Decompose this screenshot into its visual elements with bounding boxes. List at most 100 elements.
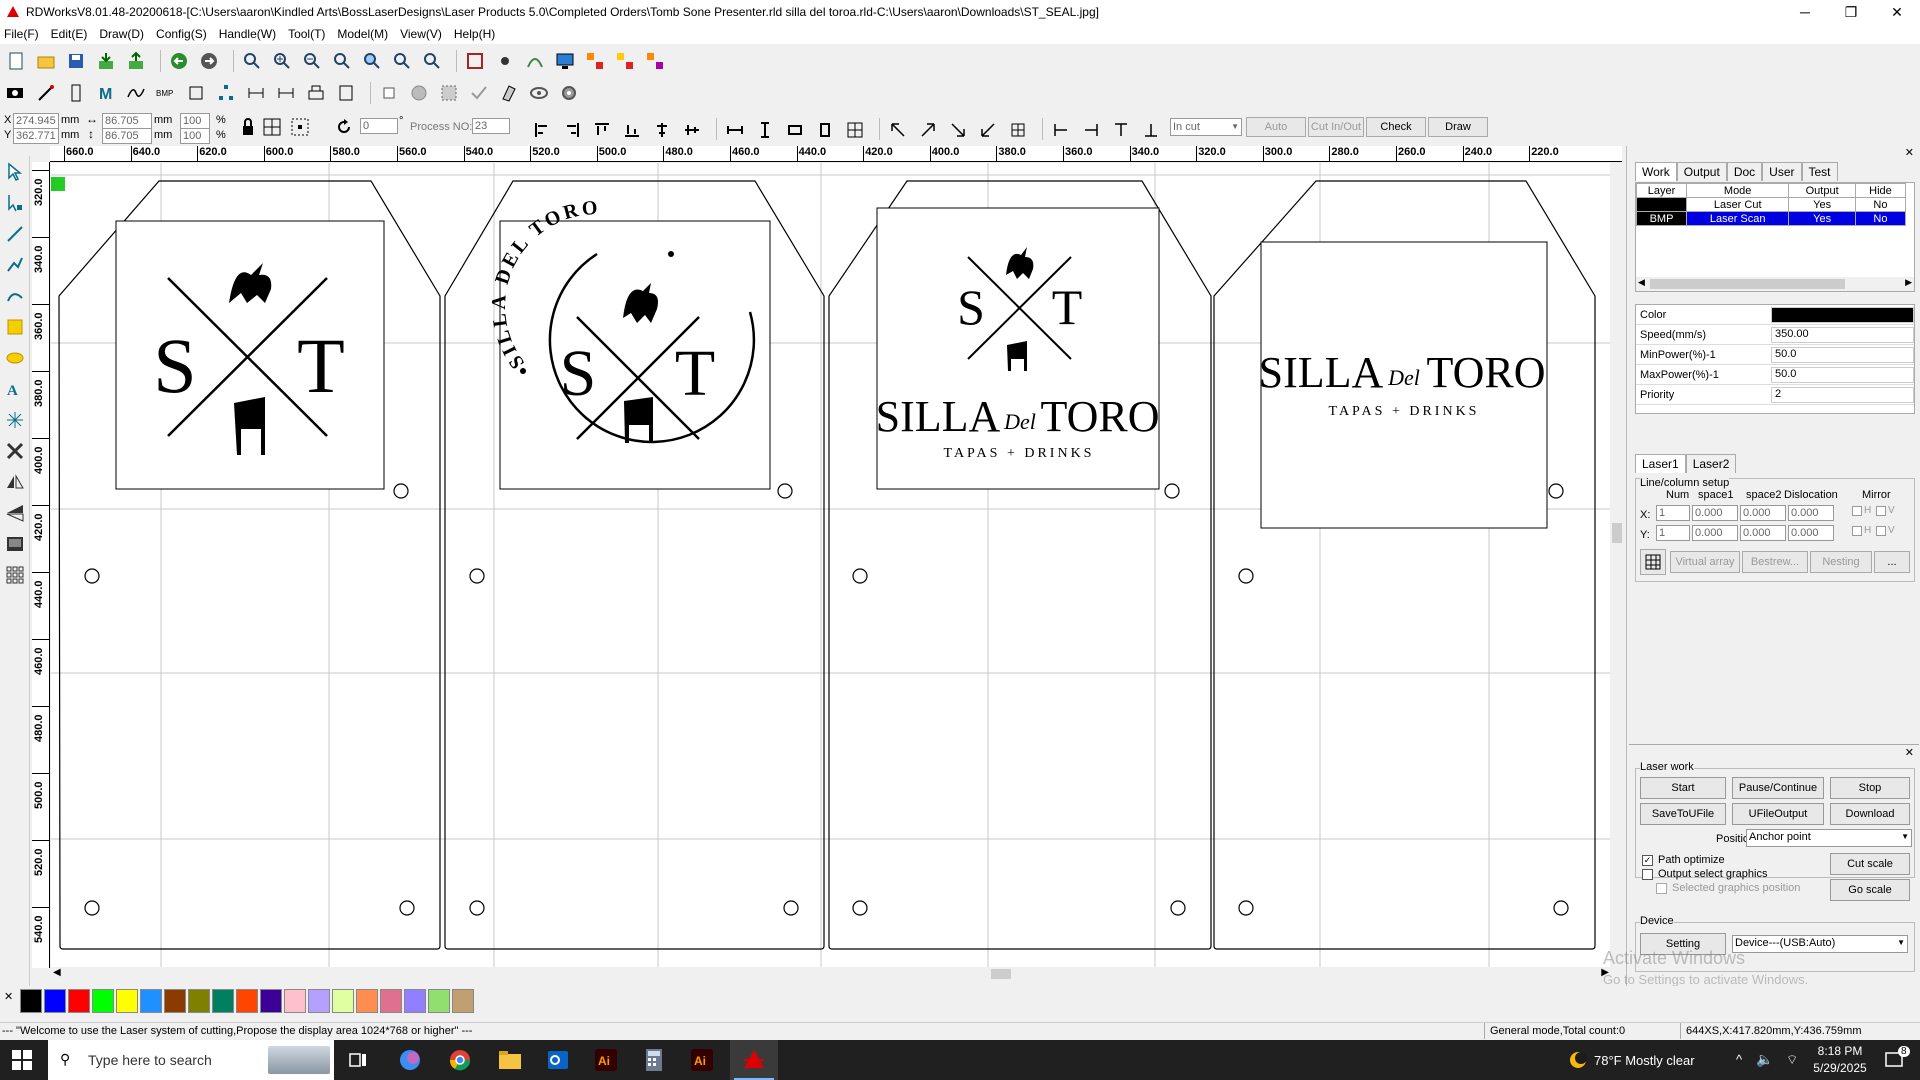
node-edit-tool-icon[interactable] [2, 190, 28, 216]
ufile-output-button[interactable]: UFileOutput [1732, 803, 1824, 825]
prop-priority-value[interactable]: 2 [1771, 386, 1914, 403]
curve-tool-icon[interactable] [2, 283, 28, 309]
zoom-fit-icon[interactable] [390, 49, 414, 73]
cut-inout-button[interactable]: Cut In/Out [1308, 117, 1364, 137]
array-copy-icon[interactable] [613, 49, 637, 73]
center-page-icon[interactable] [843, 118, 867, 142]
illustrator-icon[interactable]: Ai [594, 1048, 618, 1075]
move-top-right-icon[interactable] [916, 118, 940, 142]
monitor-icon[interactable] [553, 49, 577, 73]
color-swatch[interactable] [44, 989, 66, 1013]
move-bottom-right-icon[interactable] [946, 118, 970, 142]
sphere-icon[interactable] [407, 81, 431, 105]
open-folder-icon[interactable] [34, 49, 58, 73]
align-left-icon[interactable] [530, 118, 554, 142]
curve-icon[interactable] [124, 81, 148, 105]
align-top-icon[interactable] [590, 118, 614, 142]
menu-view[interactable]: View(V) [400, 27, 442, 41]
design-monogram[interactable]: S T [115, 220, 385, 490]
same-width-icon[interactable] [723, 118, 747, 142]
array-tool-icon[interactable] [2, 562, 28, 588]
text-m-icon[interactable]: M [94, 81, 118, 105]
color-swatch[interactable] [452, 989, 474, 1013]
layer-row[interactable]: Laser Cut Yes No [1636, 197, 1907, 212]
export-icon[interactable] [124, 49, 148, 73]
vertical-scrollbar[interactable] [1610, 163, 1624, 968]
scale-y-field[interactable]: 100 [180, 128, 210, 144]
color-swatch[interactable] [116, 989, 138, 1013]
more-button[interactable]: ... [1874, 551, 1910, 573]
same-height-icon[interactable] [753, 118, 777, 142]
taskbar-search-box[interactable]: ⚲ Type here to search [48, 1040, 334, 1080]
image-tool-icon[interactable] [2, 531, 28, 557]
selected-position-checkbox[interactable] [1656, 883, 1667, 894]
design-logo-stacked[interactable]: S T SILLA Del TORO TAPAS + DRINKS [876, 207, 1160, 490]
y-dislocation-field[interactable]: 0.000 [1788, 525, 1834, 541]
menu-tool[interactable]: Tool(T) [288, 27, 325, 41]
color-swatch[interactable] [20, 989, 42, 1013]
line-tool-icon[interactable] [2, 221, 28, 247]
move-bottom-left-icon[interactable] [976, 118, 1000, 142]
zoom-page-icon[interactable] [330, 49, 354, 73]
draw-button[interactable]: Draw [1428, 117, 1488, 137]
copilot-icon[interactable] [398, 1048, 422, 1075]
scale-x-field[interactable]: 100 [180, 113, 210, 129]
height-field[interactable]: 86.705 [102, 128, 152, 144]
close-button[interactable]: ✕ [1874, 0, 1920, 24]
zoom-icon[interactable] [240, 49, 264, 73]
auto-button[interactable]: Auto [1246, 117, 1306, 137]
tab-doc[interactable]: Doc [1726, 162, 1763, 181]
prop-speed-value[interactable]: 350.00 [1771, 326, 1914, 343]
horizontal-scroll-thumb[interactable] [991, 969, 1011, 979]
select-tool-icon[interactable] [2, 159, 28, 185]
y-space1-field[interactable]: 0.000 [1692, 525, 1738, 541]
menu-model[interactable]: Model(M) [337, 27, 388, 41]
menu-draw[interactable]: Draw(D) [99, 27, 144, 41]
scroll-left-icon[interactable]: ◀ [53, 967, 61, 978]
move-top-left-icon[interactable] [886, 118, 910, 142]
align-right-icon[interactable] [560, 118, 584, 142]
save-icon[interactable] [64, 49, 88, 73]
tab-user[interactable]: User [1762, 162, 1802, 181]
x-space2-field[interactable]: 0.000 [1740, 505, 1786, 521]
color-swatch[interactable] [284, 989, 306, 1013]
array-icon[interactable] [583, 49, 607, 73]
download-button[interactable]: Download [1830, 803, 1910, 825]
path-optimize-checkbox[interactable]: ✓ [1642, 855, 1653, 866]
design-logo-text[interactable]: SILLA Del TORO TAPAS + DRINKS [1259, 241, 1548, 529]
clock-time[interactable]: 8:18 PM [1810, 1044, 1870, 1058]
grid-position-icon[interactable] [260, 115, 284, 139]
align-tree-icon[interactable] [214, 81, 238, 105]
ellipse-tool-icon[interactable] [2, 345, 28, 371]
align-bottom-icon[interactable] [620, 118, 644, 142]
x-mirror-h-checkbox[interactable] [1852, 506, 1862, 516]
outlook-icon[interactable] [546, 1048, 570, 1075]
color-swatch[interactable] [188, 989, 210, 1013]
tab-work[interactable]: Work [1635, 162, 1677, 181]
x-position-field[interactable]: 274.945 [13, 113, 59, 129]
array-settings-icon[interactable] [643, 49, 667, 73]
rotate-icon[interactable] [332, 115, 356, 139]
ruler-icon[interactable] [64, 81, 88, 105]
layer-output[interactable]: Yes [1788, 211, 1856, 226]
menu-file[interactable]: File(F) [4, 27, 39, 41]
document-icon[interactable] [334, 81, 358, 105]
select-region-icon[interactable] [437, 81, 461, 105]
zoom-out-icon[interactable] [300, 49, 324, 73]
anchor-position-icon[interactable] [288, 115, 312, 139]
output-select-checkbox[interactable] [1642, 869, 1653, 880]
undo-icon[interactable] [167, 49, 191, 73]
color-swatch[interactable] [260, 989, 282, 1013]
distribute-right-icon[interactable] [1079, 118, 1103, 142]
polyline-tool-icon[interactable] [2, 252, 28, 278]
text-tool-icon[interactable]: A [2, 376, 28, 402]
width-field[interactable]: 86.705 [102, 113, 152, 129]
check-button[interactable]: Check [1366, 117, 1426, 137]
tab-output[interactable]: Output [1676, 162, 1727, 181]
color-swatch[interactable] [428, 989, 450, 1013]
printer-icon[interactable] [304, 81, 328, 105]
device-select[interactable]: Device---(USB:Auto) ▼ [1732, 935, 1908, 953]
bmp-icon[interactable]: BMP [154, 81, 178, 105]
task-view-icon[interactable] [348, 1050, 368, 1073]
array-grid-icon[interactable] [1640, 549, 1666, 575]
